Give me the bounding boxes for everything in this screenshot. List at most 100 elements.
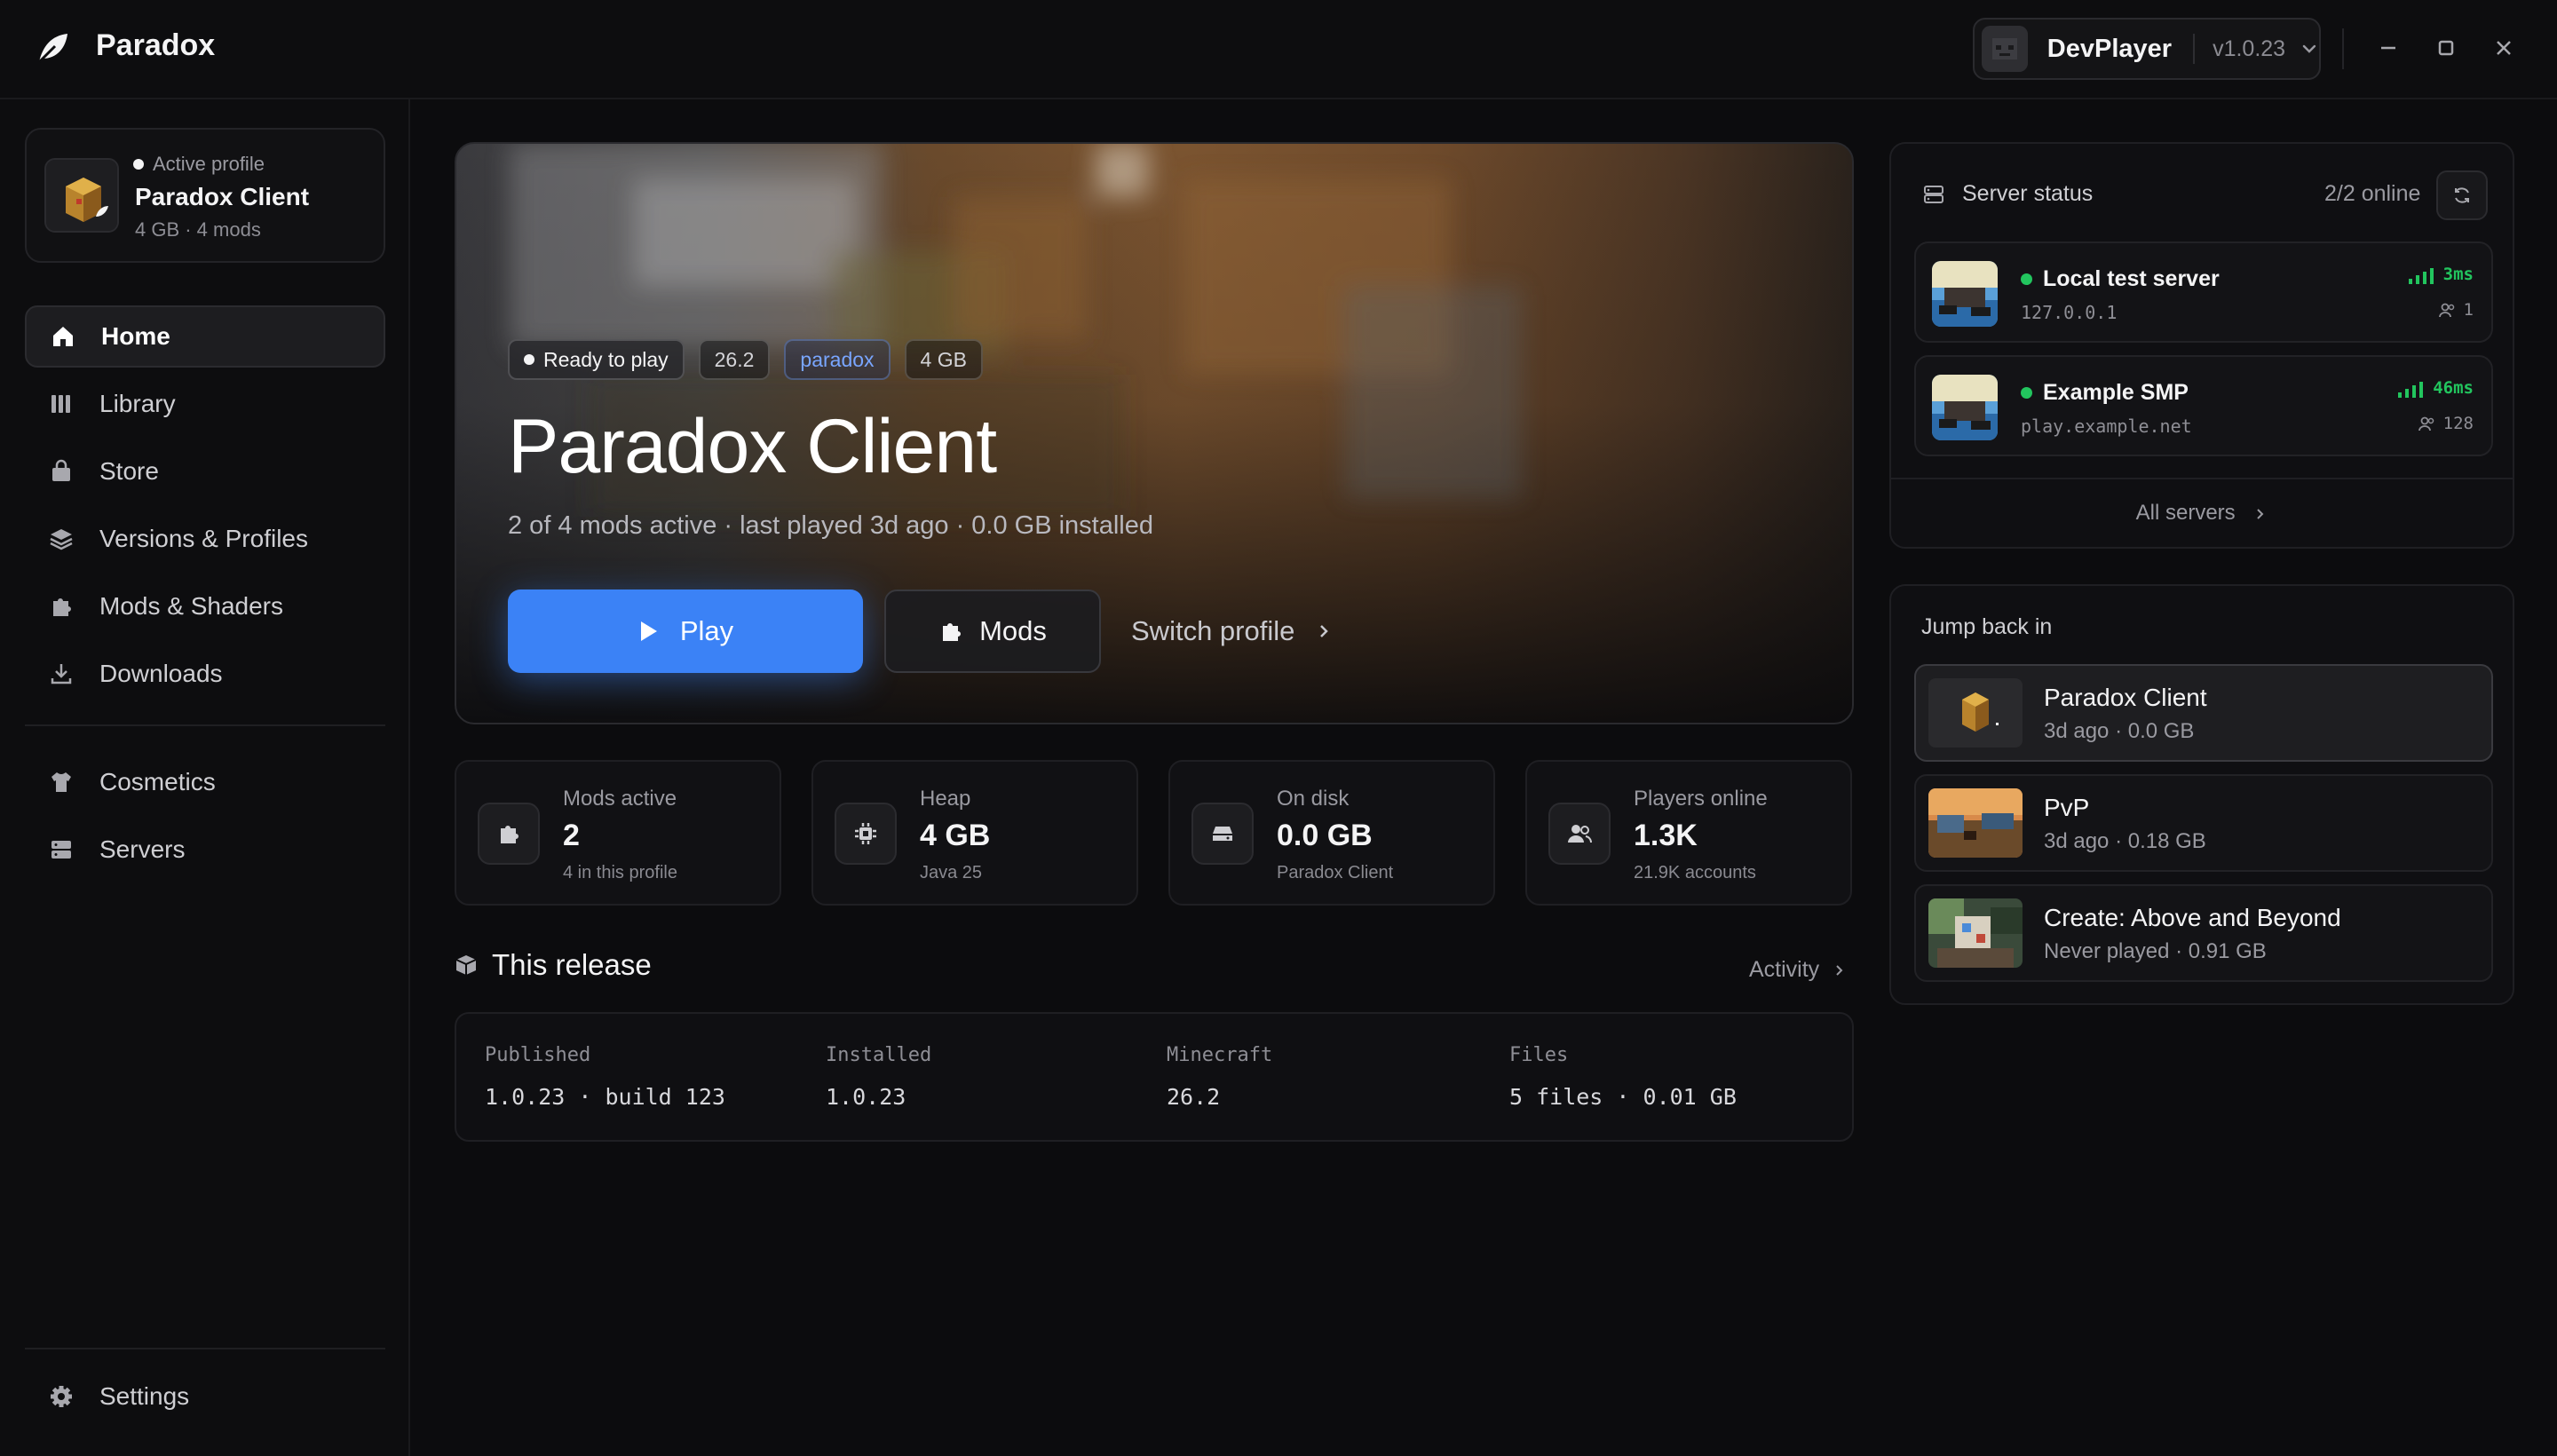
play-button[interactable]: Play [508, 590, 863, 673]
jump-item-pvp[interactable]: PvP 3d ago · 0.18 GB [1914, 774, 2493, 872]
play-label: Play [679, 615, 734, 646]
home-icon [50, 323, 76, 350]
jump-meta: 3d ago · 0.18 GB [2044, 829, 2206, 853]
users-icon [1548, 803, 1611, 865]
server-name: Example SMP [2043, 380, 2189, 405]
main-nav: Home Library Store Versions & Profiles M… [25, 305, 385, 886]
account-switcher[interactable]: DevPlayer v1.0.23 [1973, 18, 2321, 80]
release-label: Files [1509, 1044, 1569, 1066]
jump-meta: Never played · 0.91 GB [2044, 939, 2267, 963]
puzzle-icon [48, 593, 75, 620]
jump-item-paradox-client[interactable]: Paradox Client 3d ago · 0.0 GB [1914, 664, 2493, 762]
server-players: 1 [2438, 300, 2474, 320]
profile-status: Active profile [133, 153, 265, 176]
all-servers-link[interactable]: All servers [1891, 501, 2513, 526]
nav-item-home[interactable]: Home [25, 305, 385, 368]
player-count: 128 [2442, 414, 2474, 433]
store-icon [48, 458, 75, 485]
divider [2193, 34, 2196, 64]
online-count: 2/2 online [2324, 181, 2421, 206]
nav-label: Downloads [99, 660, 223, 687]
refresh-icon [2455, 187, 2469, 203]
status-dot [133, 159, 144, 170]
maximize-icon [2438, 40, 2454, 56]
sidebar: Active profile Paradox Client 4 GB · 4 m… [0, 99, 410, 1456]
signal-icon [2408, 268, 2434, 284]
jump-name: Create: Above and Beyond [2044, 904, 2341, 931]
switch-profile-button[interactable]: Switch profile [1131, 590, 1334, 673]
release-value: 1.0.23 [826, 1084, 906, 1110]
server-name-wrap: Example SMP [2021, 380, 2189, 406]
server-name-wrap: Local test server [2021, 266, 2220, 292]
nav-item-versions-profiles[interactable]: Versions & Profiles [25, 508, 385, 570]
jump-item-create-above-and-beyond[interactable]: Create: Above and Beyond Never played · … [1914, 884, 2493, 982]
minimize-button[interactable] [2372, 32, 2404, 64]
activity-link[interactable]: Activity [1749, 957, 1848, 983]
play-icon [640, 621, 657, 641]
release-header: This release [455, 948, 652, 982]
hero-title: Paradox Client [508, 404, 997, 489]
stat-label: Mods active [563, 787, 677, 811]
mods-button[interactable]: Mods [884, 590, 1101, 673]
library-icon [48, 391, 75, 417]
nav-label: Servers [99, 835, 186, 863]
close-button[interactable] [2488, 32, 2520, 64]
refresh-button[interactable] [2436, 170, 2488, 220]
nav-item-library[interactable]: Library [25, 373, 385, 435]
nav-item-settings[interactable]: Settings [25, 1365, 385, 1428]
stat-label: On disk [1277, 787, 1350, 811]
profile-name: Paradox Client [135, 183, 310, 210]
stat-card-mods-active: Mods active 2 4 in this profile [455, 760, 781, 906]
release-value: 1.0.23 · build 123 [485, 1084, 725, 1110]
nav-label: Mods & Shaders [99, 592, 283, 620]
release-value: 26.2 [1167, 1084, 1221, 1110]
jump-meta: 3d ago · 0.0 GB [2044, 719, 2195, 743]
nav-item-cosmetics[interactable]: Cosmetics [25, 751, 385, 813]
profile-thumbnail [44, 158, 119, 233]
chevron-right-icon [1836, 964, 1843, 976]
user-name: DevPlayer [2046, 34, 2173, 63]
nav-label: Home [101, 322, 170, 350]
active-profile-card[interactable]: Active profile Paradox Client 4 GB · 4 m… [25, 128, 385, 263]
package-icon [455, 955, 477, 975]
server-ping: 46ms [2397, 378, 2474, 398]
nav-label: Cosmetics [99, 768, 216, 795]
puzzle-icon [478, 803, 540, 865]
stat-sub: 4 in this profile [563, 863, 677, 882]
mods-label: Mods [979, 615, 1047, 646]
nav-item-servers[interactable]: Servers [25, 819, 385, 881]
panel-title: Jump back in [1921, 614, 2053, 639]
stat-label: Heap [920, 787, 971, 811]
stat-sub: Paradox Client [1277, 863, 1394, 882]
jump-name: PvP [2044, 794, 2090, 821]
profile-meta: 4 GB · 4 mods [135, 218, 261, 241]
server-row-example-smp[interactable]: Example SMP play.example.net 46ms 128 [1914, 355, 2493, 456]
nav-item-mods-shaders[interactable]: Mods & Shaders [25, 575, 385, 637]
online-dot [2021, 273, 2032, 285]
stat-value: 1.3K [1634, 819, 1698, 852]
release-label: Installed [826, 1044, 932, 1066]
server-icon-image [1932, 375, 1998, 440]
activity-label: Activity [1749, 957, 1820, 982]
panel-title: Server status [1962, 181, 2094, 206]
chip-icon [835, 803, 897, 865]
profile-thumbnail [1928, 678, 2023, 748]
server-row-local-test[interactable]: Local test server 127.0.0.1 3ms 1 [1914, 241, 2493, 343]
stat-card-on-disk: On disk 0.0 GB Paradox Client [1168, 760, 1495, 906]
profile-thumbnail [1928, 788, 2023, 858]
signal-icon [2398, 382, 2424, 398]
nav-item-store[interactable]: Store [25, 440, 385, 502]
version-badge: 26.2 [698, 339, 771, 380]
avatar [1982, 26, 2028, 72]
divider [25, 724, 385, 726]
close-icon [2497, 41, 2511, 55]
release-value: 5 files · 0.01 GB [1509, 1084, 1737, 1110]
maximize-button[interactable] [2430, 32, 2462, 64]
leaf-logo-icon [37, 34, 67, 64]
server-status-panel: Server status 2/2 online Local test serv… [1889, 142, 2514, 549]
all-servers-label: All servers [2135, 501, 2236, 525]
nav-item-downloads[interactable]: Downloads [25, 643, 385, 705]
status-badge-label: Ready to play [543, 347, 669, 371]
app-version: v1.0.23 [2213, 36, 2286, 61]
users-icon [2418, 416, 2434, 431]
